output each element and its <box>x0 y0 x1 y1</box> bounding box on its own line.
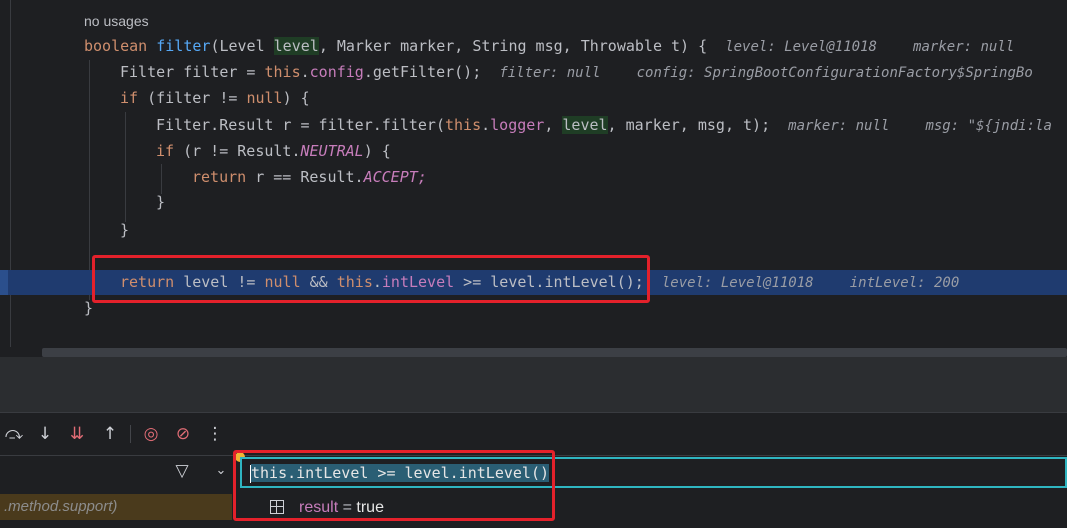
filter-icon[interactable]: ▽ <box>171 460 193 482</box>
force-step-into-icon[interactable]: ⇊ <box>66 423 88 445</box>
inline-value-hint: msg: "${jndi:la <box>925 118 1052 134</box>
frames-pane: ▽ ⌄ .method.support) <box>0 456 232 528</box>
code-text: , Marker marker, String msg, Throwable t… <box>318 37 708 55</box>
code-line[interactable]: return r == Result.ACCEPT; <box>192 165 427 189</box>
code-text: . <box>300 63 310 81</box>
annotation-box-return-line <box>92 255 650 303</box>
frame-item[interactable]: .method.support) <box>0 494 232 520</box>
enum-constant: ACCEPT <box>363 168 418 186</box>
keyword: this <box>264 63 301 81</box>
code-line[interactable]: } <box>120 218 129 242</box>
more-icon[interactable]: ⋮ <box>204 423 226 445</box>
code-text: ; <box>417 168 427 186</box>
field: logger <box>490 116 545 134</box>
code-line[interactable]: Filter filter = this.config.getFilter();… <box>120 60 1033 84</box>
debugger-panel: ▽ ⌄ .method.support) this.intLevel >= le… <box>0 450 1067 528</box>
keyword: this <box>444 116 482 134</box>
step-over-icon[interactable]: ⤼ <box>3 423 25 445</box>
code-text: , marker, msg, t); <box>607 116 771 134</box>
horizontal-scrollbar[interactable] <box>42 348 1067 357</box>
inline-value-hint: filter: null <box>499 65 601 81</box>
code-text: .getFilter(); <box>363 63 482 81</box>
method-name: filter <box>156 37 211 55</box>
code-text: Filter filter = <box>120 63 265 81</box>
usages-hint[interactable]: no usages <box>84 9 149 33</box>
inline-value-hint: config: SpringBootConfigurationFactory$S… <box>636 65 1033 81</box>
inline-value-hint: level: Level@11018 <box>661 275 814 291</box>
inline-value-hint: intLevel: 200 <box>849 275 960 291</box>
code-text: (filter != <box>138 89 247 107</box>
code-text: (r != Result. <box>174 142 301 160</box>
toolbar-separator <box>130 425 131 443</box>
code-editor[interactable]: no usages boolean filter(Level level, Ma… <box>0 0 1067 347</box>
keyword: boolean <box>84 37 148 55</box>
field: config <box>309 63 364 81</box>
inline-value-hint: marker: null <box>788 118 890 134</box>
panel-header-band <box>0 357 1067 412</box>
indent-guide <box>89 60 90 300</box>
keyword: null <box>246 89 283 107</box>
annotation-box-evaluation <box>233 450 555 521</box>
keyword: if <box>120 89 139 107</box>
code-line[interactable]: Filter.Result r = filter.filter(this.log… <box>156 113 1052 137</box>
indent-guide <box>125 112 126 222</box>
code-text: (Level <box>210 37 274 55</box>
param-level: level <box>562 116 608 134</box>
step-into-icon[interactable]: ↓ <box>34 423 56 445</box>
debug-toolbar: ⤼ ↓ ⇊ ↑ ◎ ⊘ ⋮ <box>0 412 1067 455</box>
code-text: r == Result. <box>246 168 364 186</box>
code-text: ) { <box>282 89 310 107</box>
code-line[interactable]: if (filter != null) { <box>120 86 310 110</box>
code-line-signature[interactable]: boolean filter(Level level, Marker marke… <box>84 34 1014 58</box>
inline-value-hint: level: Level@11018 <box>725 39 877 55</box>
mute-breakpoints-icon[interactable]: ⊘ <box>172 423 194 445</box>
enum-constant: NEUTRAL <box>300 142 364 160</box>
code-line[interactable]: } <box>156 190 165 214</box>
keyword: if <box>156 142 175 160</box>
inline-value-hint: marker: null <box>913 39 1015 55</box>
code-line[interactable]: if (r != Result.NEUTRAL) { <box>156 139 391 163</box>
code-text: , <box>544 116 563 134</box>
view-breakpoints-icon[interactable]: ◎ <box>140 423 162 445</box>
step-out-icon[interactable]: ↑ <box>99 423 121 445</box>
execution-point-marker <box>0 270 8 295</box>
keyword: return <box>192 168 247 186</box>
chevron-down-icon[interactable]: ⌄ <box>210 460 232 482</box>
code-text: . <box>481 116 491 134</box>
param-level: level <box>273 37 319 55</box>
code-text: Filter.Result r = filter.filter( <box>156 116 445 134</box>
code-text: ) { <box>363 142 391 160</box>
